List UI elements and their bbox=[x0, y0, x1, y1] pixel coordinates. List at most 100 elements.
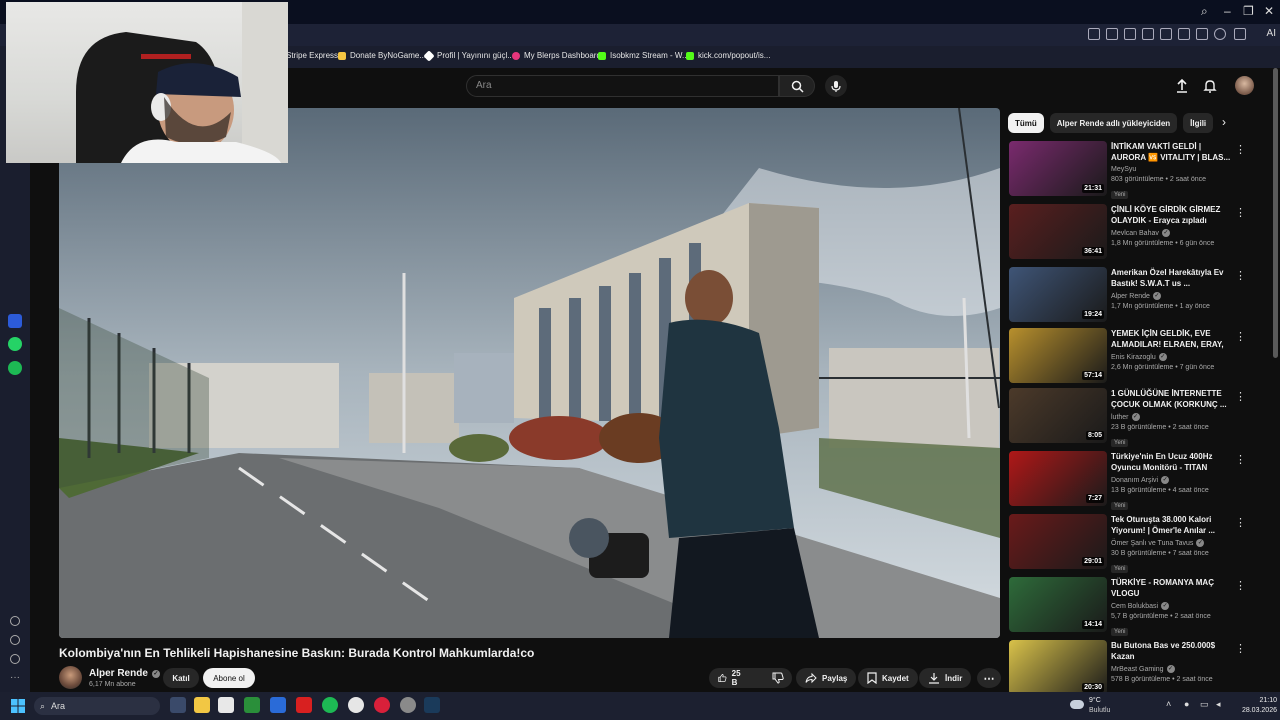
subscribe-button[interactable]: Abone ol bbox=[203, 668, 255, 688]
profile-icon[interactable] bbox=[1214, 28, 1226, 40]
more-vertical-icon[interactable]: ⋮ bbox=[1235, 143, 1246, 156]
menu-icon[interactable] bbox=[1196, 28, 1208, 40]
spotify-icon[interactable] bbox=[8, 361, 22, 375]
bookmark-item[interactable]: Isobkmz Stream - W... bbox=[598, 51, 689, 60]
recommendation-title[interactable]: Amerikan Özel Harekâtıyla Ev Bastık! S.W… bbox=[1111, 267, 1231, 289]
more-icon[interactable]: ··· bbox=[10, 672, 24, 686]
download-button[interactable]: İndir bbox=[919, 668, 972, 688]
video-thumbnail[interactable]: 57:14 bbox=[1009, 328, 1107, 383]
chip-all[interactable]: Tümü bbox=[1008, 113, 1044, 133]
chevron-right-icon[interactable]: › bbox=[1222, 115, 1226, 129]
taskbar-search[interactable]: ⌕ Ara bbox=[34, 697, 160, 715]
bookmark-item[interactable]: Donate ByNoGame... bbox=[338, 51, 426, 60]
share-button[interactable]: Paylaş bbox=[796, 668, 857, 688]
more-vertical-icon[interactable]: ⋮ bbox=[1235, 516, 1246, 529]
microphone-icon[interactable]: ● bbox=[1184, 699, 1189, 709]
recommendation-channel[interactable]: Donanım Arşivi bbox=[1111, 477, 1158, 484]
video-thumbnail[interactable]: 21:31 bbox=[1009, 141, 1107, 196]
messenger-icon[interactable] bbox=[8, 314, 22, 328]
opera-icon[interactable] bbox=[374, 697, 390, 713]
file-explorer-icon[interactable] bbox=[194, 697, 210, 713]
recommendation-channel[interactable]: Enis Kirazoglu bbox=[1111, 354, 1156, 361]
video-thumbnail[interactable]: 29:01 bbox=[1009, 514, 1107, 569]
recommendation-item[interactable]: 14:14 TÜRKİYE - ROMANYA MAÇ VLOGU Cem Bolu… bbox=[1009, 577, 1249, 636]
video-thumbnail[interactable]: 8:05 bbox=[1009, 388, 1107, 443]
recommendation-item[interactable]: 36:41 ÇİNLİ KÖYE GİRDİK GİRMEZ OLAYDIK - … bbox=[1009, 204, 1249, 261]
close-icon[interactable]: ✕ bbox=[1264, 4, 1274, 18]
discord-icon[interactable] bbox=[400, 697, 416, 713]
more-vertical-icon[interactable]: ⋮ bbox=[1235, 579, 1246, 592]
shield-icon[interactable] bbox=[1124, 28, 1136, 40]
more-vertical-icon[interactable]: ⋮ bbox=[1235, 390, 1246, 403]
clock-time[interactable]: 21:10 bbox=[1249, 697, 1277, 704]
task-view-icon[interactable] bbox=[170, 697, 186, 713]
bookmark-item[interactable]: Profil | Yayınını güçl... bbox=[423, 49, 514, 62]
heart-icon[interactable] bbox=[1160, 28, 1172, 40]
avatar[interactable] bbox=[1235, 76, 1254, 95]
recommendation-title[interactable]: Bu Butona Bas ve 250.000$ Kazan bbox=[1111, 640, 1231, 662]
ai-button[interactable]: AI bbox=[1267, 28, 1276, 39]
settings-icon[interactable] bbox=[10, 654, 20, 664]
recommendation-item[interactable]: 57:14 YEMEK İÇİN GELDİK, EVE ALMADILAR! E… bbox=[1009, 328, 1249, 385]
bookmark-item[interactable]: My Blerps Dashboard bbox=[512, 51, 601, 60]
recommendation-title[interactable]: ÇİNLİ KÖYE GİRDİK GİRMEZ OLAYDIK - Erayc… bbox=[1111, 204, 1231, 226]
join-button[interactable]: Katıl bbox=[163, 668, 199, 688]
recommendation-channel[interactable]: MeySyu bbox=[1111, 166, 1136, 173]
recommendation-item[interactable]: 7:27 Türkiye'nin En Ucuz 400Hz Oyuncu Mon… bbox=[1009, 451, 1249, 510]
video-thumbnail[interactable]: 14:14 bbox=[1009, 577, 1107, 632]
more-vertical-icon[interactable]: ⋮ bbox=[1235, 453, 1246, 466]
recommendation-channel[interactable]: luther bbox=[1111, 414, 1129, 421]
recommendation-item[interactable]: 19:24 Amerikan Özel Harekâtıyla Ev Bastık… bbox=[1009, 267, 1249, 324]
save-button[interactable]: Kaydet bbox=[858, 668, 918, 688]
spotify-icon[interactable] bbox=[322, 697, 338, 713]
video-thumbnail[interactable]: 36:41 bbox=[1009, 204, 1107, 259]
more-vertical-icon[interactable]: ⋮ bbox=[1235, 206, 1246, 219]
more-vertical-icon[interactable]: ⋮ bbox=[1235, 269, 1246, 282]
steam-icon[interactable] bbox=[424, 697, 440, 713]
restore-icon[interactable]: ❐ bbox=[1243, 4, 1254, 18]
chevron-up-icon[interactable]: ˄ bbox=[1166, 699, 1171, 709]
more-actions-button[interactable]: ⋯ bbox=[977, 668, 1001, 688]
network-icon[interactable]: ▭ bbox=[1200, 699, 1209, 710]
whatsapp-icon[interactable] bbox=[8, 337, 22, 351]
download-icon[interactable] bbox=[1178, 28, 1190, 40]
recommendation-title[interactable]: Tek Oturuşta 38.000 Kalori Yiyorum! | Öm… bbox=[1111, 514, 1231, 536]
channel-avatar[interactable] bbox=[59, 666, 82, 689]
recommendation-title[interactable]: TÜRKİYE - ROMANYA MAÇ VLOGU bbox=[1111, 577, 1231, 599]
chip-uploader[interactable]: Alper Rende adlı yükleyiciden bbox=[1049, 113, 1178, 133]
like-button[interactable]: 25 B bbox=[709, 668, 753, 688]
dislike-button[interactable] bbox=[763, 668, 793, 688]
extension-icon[interactable] bbox=[1234, 28, 1246, 40]
recommendation-title[interactable]: Türkiye'nin En Ucuz 400Hz Oyuncu Monitör… bbox=[1111, 451, 1231, 473]
video-player[interactable] bbox=[59, 108, 1000, 638]
recommendation-channel[interactable]: Ömer Şanlı ve Tuna Tavus bbox=[1111, 540, 1193, 547]
search-icon[interactable]: ⌕ bbox=[1201, 4, 1208, 19]
recommendation-title[interactable]: 1 GÜNLÜĞÜNE İNTERNETTE ÇOCUK OLMAK (KORK… bbox=[1111, 388, 1231, 410]
bookmark-item[interactable]: Stripe Express bbox=[286, 51, 338, 60]
video-thumbnail[interactable]: 7:27 bbox=[1009, 451, 1107, 506]
bell-icon[interactable] bbox=[1202, 78, 1218, 94]
recommendation-channel[interactable]: Alper Rende bbox=[1111, 293, 1150, 300]
minimize-icon[interactable]: – bbox=[1224, 4, 1231, 18]
more-vertical-icon[interactable]: ⋮ bbox=[1235, 642, 1246, 655]
clock-date[interactable]: 28.03.2026 bbox=[1233, 707, 1277, 714]
recommendation-channel[interactable]: Mevlcan Bahav bbox=[1111, 230, 1159, 237]
netflix-icon[interactable] bbox=[296, 697, 312, 713]
video-thumbnail[interactable]: 19:24 bbox=[1009, 267, 1107, 322]
search-input[interactable]: Ara bbox=[466, 75, 779, 97]
search-button[interactable] bbox=[779, 75, 815, 97]
upload-icon[interactable] bbox=[1174, 78, 1190, 94]
chatgpt-icon[interactable] bbox=[348, 697, 364, 713]
recommendation-title[interactable]: İNTİKAM VAKTİ GELDİ | AURORA 🆚 VITALITY … bbox=[1111, 141, 1231, 163]
channel-name-link[interactable]: Alper Rende ✓ bbox=[89, 668, 160, 679]
recommendation-item[interactable]: 29:01 Tek Oturuşta 38.000 Kalori Yiyorum!… bbox=[1009, 514, 1249, 573]
xbox-icon[interactable] bbox=[244, 697, 260, 713]
store-icon[interactable] bbox=[218, 697, 234, 713]
recommendation-channel[interactable]: Cem Bolukbasi bbox=[1111, 603, 1158, 610]
volume-icon[interactable]: ◂ bbox=[1216, 699, 1221, 710]
heart-icon[interactable] bbox=[10, 616, 20, 626]
recommendation-item[interactable]: 20:30 Bu Butona Bas ve 250.000$ Kazan MrBe… bbox=[1009, 640, 1249, 697]
more-vertical-icon[interactable]: ⋮ bbox=[1235, 330, 1246, 343]
camera-icon[interactable] bbox=[1106, 28, 1118, 40]
history-icon[interactable] bbox=[10, 635, 20, 645]
